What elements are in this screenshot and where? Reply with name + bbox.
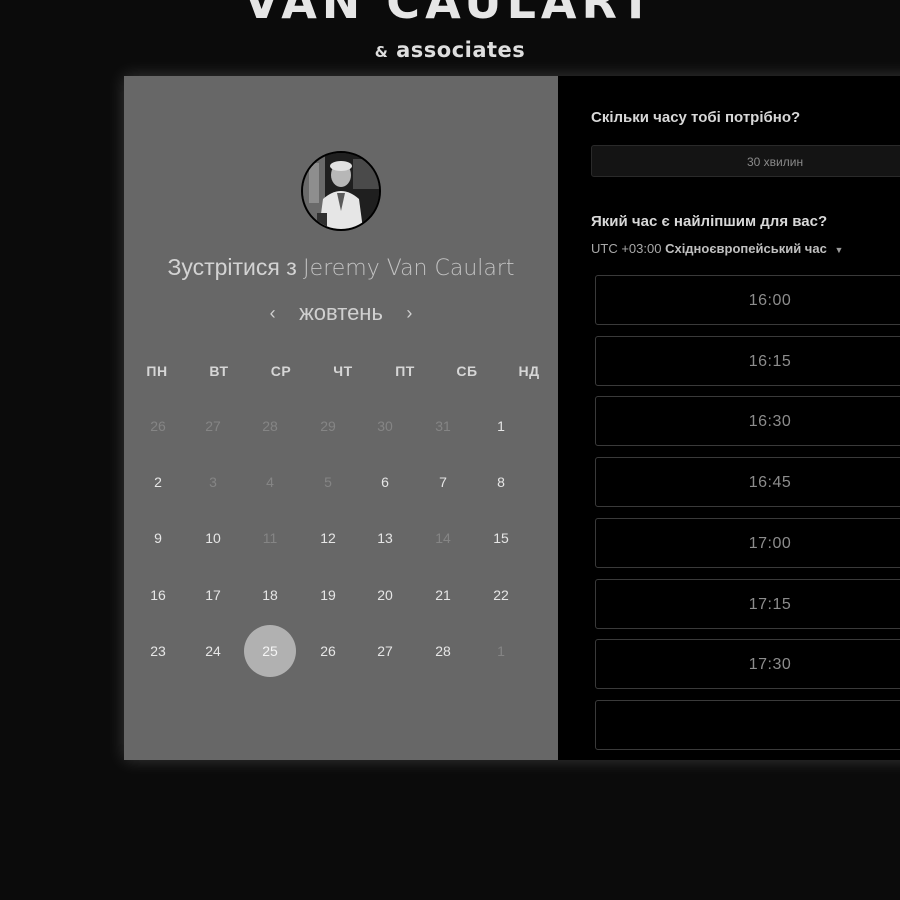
calendar-day: 30 <box>377 418 393 434</box>
time-slot-label: 16:30 <box>748 413 792 431</box>
host-avatar <box>301 151 381 231</box>
weekday-label: НД <box>518 363 540 379</box>
calendar-day[interactable]: 20 <box>363 573 407 617</box>
calendar-day: 4 <box>266 474 274 490</box>
calendar-day: 27 <box>205 418 221 434</box>
calendar-day: 28 <box>262 418 278 434</box>
time-slot-button[interactable]: 16:00 <box>595 275 900 325</box>
calendar-day[interactable]: 26 <box>306 629 350 673</box>
time-slot-label: 17:15 <box>748 595 792 613</box>
calendar-day[interactable]: 13 <box>363 516 407 560</box>
calendar-day: 5 <box>324 474 332 490</box>
calendar-day: 29 <box>320 418 336 434</box>
calendar-day[interactable]: 18 <box>248 573 292 617</box>
weekday-label: ПН <box>146 363 168 379</box>
calendar-day[interactable]: 22 <box>479 573 523 617</box>
month-label: жовтень <box>299 300 383 325</box>
calendar-day[interactable]: 16 <box>136 573 180 617</box>
calendar-day: 14 <box>435 530 451 546</box>
timezone-select[interactable]: UTC +03:00 Східноєвропейський час ▼ <box>591 241 843 256</box>
caret-down-icon: ▼ <box>834 245 844 255</box>
calendar-day[interactable]: 10 <box>191 516 235 560</box>
time-slot-button[interactable]: 17:15 <box>595 578 900 629</box>
calendar-day[interactable]: 19 <box>306 573 350 617</box>
time-slot-button[interactable]: 16:15 <box>595 335 900 386</box>
time-label: Який час є найліпшим для вас? <box>591 213 828 230</box>
calendar-day[interactable]: 28 <box>421 629 465 673</box>
chevron-left-icon[interactable]: ‹ <box>263 303 283 324</box>
avatar-photo <box>303 153 379 229</box>
calendar-day[interactable]: 17 <box>191 573 235 617</box>
time-slot-button[interactable]: 17:00 <box>595 517 900 568</box>
calendar-panel: Зустрітися з Jeremy Van Caulart ‹ жовтен… <box>124 76 558 760</box>
weekday-label: ВТ <box>209 363 229 379</box>
meet-prefix: Зустрітися з <box>167 254 297 280</box>
calendar-day[interactable]: 27 <box>363 629 407 673</box>
calendar-day: 26 <box>150 418 166 434</box>
brand-subtitle: & associates <box>0 38 900 62</box>
time-slot-button[interactable]: 16:30 <box>595 396 900 447</box>
calendar-day[interactable]: 12 <box>306 516 350 560</box>
month-navigation: ‹ жовтень › <box>124 300 558 326</box>
time-slot-label: 16:15 <box>748 352 792 370</box>
weekday-label: ПТ <box>395 363 415 379</box>
scheduler-card: Зустрітися з Jeremy Van Caulart ‹ жовтен… <box>124 76 900 760</box>
calendar-day: 3 <box>209 474 217 490</box>
weekday-label: СБ <box>456 363 478 379</box>
calendar-day[interactable]: 24 <box>191 629 235 673</box>
timezone-name: Східноєвропейський час <box>665 241 827 256</box>
host-name: Jeremy Van Caulart <box>303 256 515 281</box>
timezone-offset: UTC +03:00 <box>591 241 662 256</box>
calendar-day[interactable]: 9 <box>136 516 180 560</box>
time-slot-button[interactable]: 16:45 <box>595 457 900 508</box>
calendar-day[interactable]: 21 <box>421 573 465 617</box>
calendar-day[interactable]: 8 <box>479 460 523 504</box>
brand-ampersand: & <box>374 43 389 61</box>
time-slot-button[interactable]: 17:30 <box>595 639 900 690</box>
brand-associates: associates <box>396 38 526 62</box>
calendar-day: 1 <box>497 643 505 659</box>
time-slot-label: 17:00 <box>748 534 792 552</box>
booking-panel: Скільки часу тобі потрібно? 30 хвилин Як… <box>558 76 900 760</box>
duration-select[interactable]: 30 хвилин <box>591 145 900 177</box>
weekday-label: ЧТ <box>333 363 353 379</box>
chevron-right-icon[interactable]: › <box>399 303 419 324</box>
calendar-day[interactable]: 7 <box>421 460 465 504</box>
meet-heading: Зустрітися з Jeremy Van Caulart <box>124 254 558 281</box>
calendar-day[interactable]: 2 <box>136 460 180 504</box>
brand-title: VAN CAULART <box>243 0 657 29</box>
calendar-day[interactable]: 15 <box>479 516 523 560</box>
calendar-day[interactable]: 1 <box>479 404 523 448</box>
calendar-day[interactable]: 23 <box>136 629 180 673</box>
calendar-day[interactable]: 6 <box>363 460 407 504</box>
calendar-day-selected[interactable]: 25 <box>244 625 296 677</box>
calendar-day: 31 <box>435 418 451 434</box>
calendar-day: 11 <box>262 530 278 546</box>
time-slot-button[interactable] <box>595 699 900 750</box>
time-slot-label: 17:30 <box>748 656 792 674</box>
weekday-label: СР <box>270 363 292 379</box>
time-slot-label: 16:00 <box>748 292 792 309</box>
time-slot-label: 16:45 <box>748 474 792 492</box>
duration-label: Скільки часу тобі потрібно? <box>591 109 801 126</box>
